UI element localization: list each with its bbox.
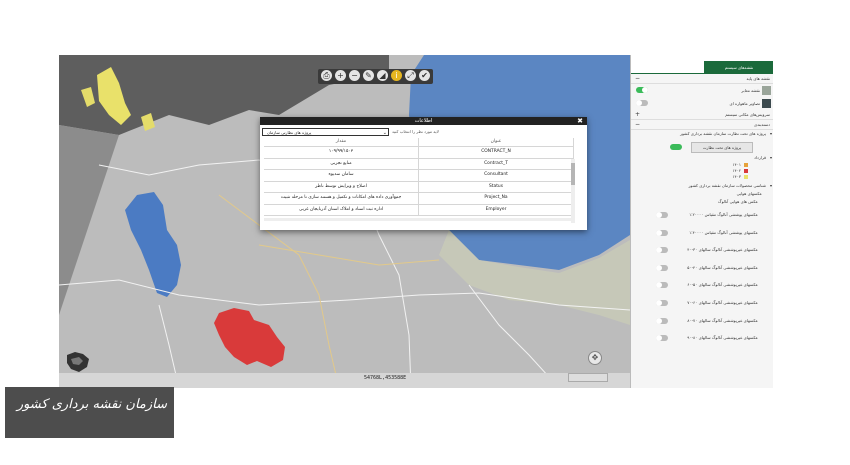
streets-thumbnail-icon <box>762 86 771 95</box>
aerial-layer-item: عکسهای غیرپوششی آنالوگ سالهای ۴۰-۵۰ <box>631 259 773 277</box>
base-layer-satellite: تصاویر ماهواره ای <box>631 97 773 110</box>
imagery-group[interactable]: شناسی محصولات سازمان نقشه برداری کشور ▾ <box>631 182 773 190</box>
row-field: Consultant <box>419 170 574 181</box>
row-value: سامان سدیوه <box>264 170 419 181</box>
projects-row: پروژه های تحت نظارت <box>631 140 773 154</box>
fullscreen-icon[interactable]: ⤢ <box>405 70 416 81</box>
toggle-aerial-layer[interactable] <box>656 317 668 324</box>
row-field: Contract_T <box>419 158 574 169</box>
aerial-layer-item: عکسهای غیرپوششی آنالوگ سالهای ۶۰-۷۰ <box>631 294 773 312</box>
watermark-text: سازمان نقشه برداری کشور <box>16 397 167 412</box>
row-value: اداره ثبت اسناد و املاک استان آذربایجان … <box>264 204 419 215</box>
row-value: منابع تجربی <box>264 158 419 169</box>
caret-icon: ▾ <box>769 131 772 136</box>
table-row: منابع تجربی Contract_T <box>264 158 574 170</box>
toggle-projects[interactable] <box>670 144 682 150</box>
compass-icon[interactable]: ✥ <box>588 351 602 365</box>
map-toolbar: ⎙ + − ✎ ◢ i ⤢ ✔ <box>318 69 433 84</box>
measure-icon[interactable]: ◢ <box>377 70 388 81</box>
layer-select-label: لایه مورد نظر را انتخاب کنید <box>392 129 439 134</box>
toggle-aerial-layer[interactable] <box>656 335 668 342</box>
table-row: ۱۰۹/۹۹/۱۵۰۳ CONTRACT_N <box>264 147 574 159</box>
column-header-value: مقدار <box>264 138 419 146</box>
toggle-aerial-layer[interactable] <box>656 212 668 218</box>
expand-icon: + <box>635 111 641 118</box>
scrollbar-thumb[interactable] <box>571 163 575 185</box>
row-value: اصلاح و ویرایش توسط ناظر <box>264 181 419 192</box>
row-field: Status <box>419 181 574 192</box>
table-row: سامان سدیوه Consultant <box>264 170 574 182</box>
aerial-layer-item: عکسهای غیرپوششی آنالوگ سالهای ۷۰-۸۰ <box>631 312 773 330</box>
collapse-icon: − <box>635 121 641 128</box>
aerial-layer-item: عکسهای پوششی آنالوگ مقیاس ۱:۲۰۰۰۰ <box>631 206 773 224</box>
toggle-aerial-layer[interactable] <box>656 264 668 271</box>
toggle-aerial-layer[interactable] <box>656 282 668 289</box>
row-value: جمع‌آوری داده های امکانات و تکمیل و هستن… <box>264 193 419 204</box>
toggle-aerial-layer[interactable] <box>656 299 668 306</box>
collapse-icon: − <box>635 75 641 82</box>
layer-select-row: پروژه های نظارتی سازمان ⌄ لایه مورد نظر … <box>260 125 587 137</box>
watermark-banner: سازمان نقشه برداری کشور <box>5 387 174 438</box>
legend: ۱۴۰۱ ۱۴۰۲ ۱۴۰۳ <box>631 162 773 182</box>
projects-group[interactable]: پروژه های تحت نظارت سازمان نقشه برداری ک… <box>631 130 773 140</box>
table-header: مقدار عنوان <box>264 138 574 147</box>
aerial-layer-item: عکسهای غیرپوششی آنالوگ سالهای ۳۰-۴۰ <box>631 241 773 259</box>
row-field: Project_Na <box>419 193 574 204</box>
aerial-layer-item: عکسهای غیرپوششی آنالوگ سالهای ۵۰-۶۰ <box>631 276 773 294</box>
legend-item: ۱۴۰۲ <box>732 168 748 173</box>
legend-item: ۱۴۰۳ <box>732 174 748 179</box>
toggle-satellite[interactable] <box>636 100 648 106</box>
toggle-aerial-layer[interactable] <box>656 247 668 254</box>
toggle-aerial-layer[interactable] <box>656 229 668 236</box>
caret-icon: ▾ <box>769 183 772 188</box>
draw-icon[interactable]: ✎ <box>363 70 374 81</box>
zoom-out-icon[interactable]: − <box>349 70 360 81</box>
satellite-thumbnail-icon <box>762 99 771 108</box>
horizontal-scrollbar[interactable] <box>264 218 575 221</box>
projects-button[interactable]: پروژه های تحت نظارت <box>670 142 753 153</box>
aerial-layer-item: عکسهای پوششی آنالوگ مقیاس ۱:۴۰۰۰۰ <box>631 224 773 242</box>
legend-title: قرارداد ▾ <box>754 155 772 160</box>
coordinates-readout: 54768L,453588E <box>364 375 407 381</box>
aerial-layer-item: عکسهای غیرپوششی آنالوگ سالهای ۸۰-۹۰ <box>631 329 773 347</box>
section-layers[interactable]: − دسته‌بندی <box>631 120 773 130</box>
close-icon[interactable]: ✖ <box>577 117 583 125</box>
aerial-group[interactable]: عکسهای هوایی <box>631 190 773 198</box>
table-row: اداره ثبت اسناد و املاک استان آذربایجان … <box>264 204 574 216</box>
row-field: Employer <box>419 204 574 215</box>
overview-map-toggle[interactable] <box>568 373 608 382</box>
attribute-table: مقدار عنوان ۱۰۹/۹۹/۱۵۰۳ CONTRACT_N منابع… <box>264 138 574 216</box>
organization-logo-icon <box>65 351 91 373</box>
layers-sidebar: نقشه‌های سیستم − نقشه های پایه نقشه معاب… <box>630 55 773 388</box>
legend-item: ۱۴۰۱ <box>732 162 748 167</box>
info-icon[interactable]: i <box>391 70 402 81</box>
feature-info-dialog: اطلاعات ✖ پروژه های نظارتی سازمان ⌄ لایه… <box>260 117 587 230</box>
chevron-down-icon: ⌄ <box>382 130 387 136</box>
layer-select[interactable]: پروژه های نظارتی سازمان ⌄ <box>262 128 389 136</box>
table-row: اصلاح و ویرایش توسط ناظر Status <box>264 181 574 193</box>
section-services[interactable]: + سرویس‌های مکانی سیستم <box>631 110 773 120</box>
vertical-scrollbar[interactable] <box>571 159 575 223</box>
aerial-analog-group[interactable]: عکس های هوایی آنالوگ <box>631 198 773 206</box>
zoom-in-icon[interactable]: + <box>335 70 346 81</box>
check-icon[interactable]: ✔ <box>419 70 430 81</box>
table-row: جمع‌آوری داده های امکانات و تکمیل و هستن… <box>264 193 574 205</box>
section-base-maps[interactable]: − نقشه های پایه <box>631 74 773 84</box>
base-layer-streets: نقشه معابر <box>631 84 773 97</box>
row-field: CONTRACT_N <box>419 147 574 158</box>
column-header-field: عنوان <box>419 138 574 146</box>
caret-icon: ▾ <box>769 155 772 160</box>
toggle-streets[interactable] <box>636 87 648 93</box>
row-value: ۱۰۹/۹۹/۱۵۰۳ <box>264 147 419 158</box>
sidebar-tabs: نقشه‌های سیستم <box>631 55 773 74</box>
dialog-header: اطلاعات ✖ <box>260 117 587 125</box>
print-icon[interactable]: ⎙ <box>321 70 332 81</box>
dialog-title: اطلاعات <box>414 118 433 124</box>
